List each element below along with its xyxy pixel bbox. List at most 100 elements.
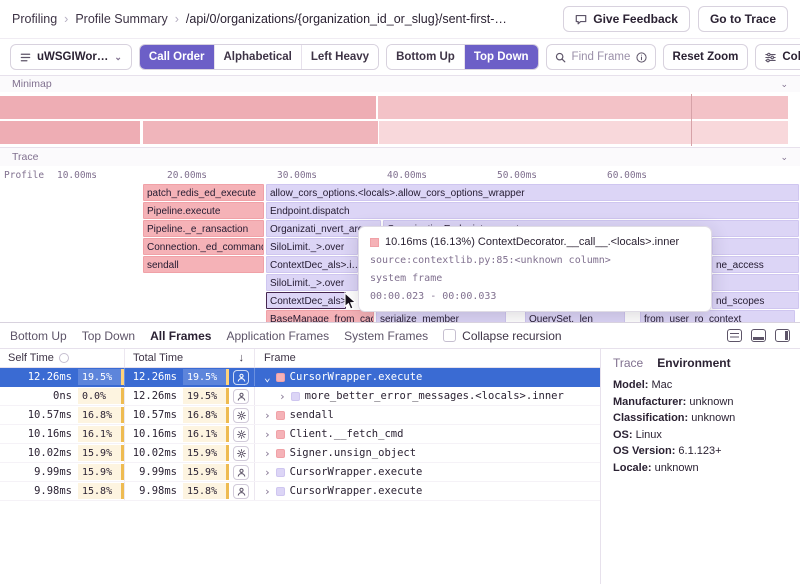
flame-frame[interactable]: nd_scopes <box>712 292 799 309</box>
flame-frame[interactable]: ne_access <box>712 256 799 273</box>
expand-caret-icon[interactable]: › <box>255 447 276 460</box>
total-time-cell: 10.02ms15.9% <box>125 444 255 462</box>
go-to-trace-button[interactable]: Go to Trace <box>698 6 788 32</box>
table-row[interactable]: 9.99ms15.9%9.99ms15.9%›CursorWrapper.exe… <box>0 463 600 482</box>
flame-frame[interactable]: Connection._ed_command <box>143 238 264 255</box>
expand-caret-icon[interactable]: › <box>255 409 276 422</box>
table-row[interactable]: 10.16ms16.1%10.16ms16.1%›Client.__fetch_… <box>0 425 600 444</box>
table-row[interactable]: 10.02ms15.9%10.02ms15.9%›Signer.unsign_o… <box>0 444 600 463</box>
total-time-value: 10.02ms <box>125 447 183 459</box>
percent-text: 19.5% <box>187 372 217 383</box>
sort-call-order[interactable]: Call Order <box>140 45 214 69</box>
self-time-header[interactable]: Self Time <box>0 349 125 367</box>
tab-top-down[interactable]: Top Down <box>82 329 135 343</box>
total-time-percent: 16.8% <box>183 407 229 423</box>
layout-list-icon[interactable] <box>727 329 742 342</box>
frames-tabs: Bottom Up Top Down All Frames Application F… <box>10 329 428 343</box>
frame-tooltip: 10.16ms (16.13%) ContextDecorator.__call… <box>358 226 712 312</box>
view-bottom-up[interactable]: Bottom Up <box>387 45 464 69</box>
total-time-value: 12.26ms <box>125 371 183 383</box>
flame-frame[interactable]: Pipeline._e_ransaction <box>143 220 264 237</box>
trace-collapse-icon[interactable]: ⌄ <box>780 153 788 162</box>
frame-header[interactable]: Frame <box>255 349 600 367</box>
sort-alphabetical[interactable]: Alphabetical <box>214 45 301 69</box>
minimap-chart[interactable] <box>0 92 800 148</box>
breadcrumb-item[interactable]: Profile Summary <box>75 12 167 26</box>
details-tab-environment[interactable]: Environment <box>657 356 730 370</box>
flame-frame[interactable]: ContextDec_als>.i… <box>266 292 346 309</box>
flame-frame[interactable]: patch_redis_ed_execute <box>143 184 264 201</box>
table-row[interactable]: 0ns0.0%12.26ms19.5%›more_better_error_me… <box>0 387 600 406</box>
flame-frame[interactable]: sendall <box>143 256 264 273</box>
total-time-value: 10.57ms <box>125 409 183 421</box>
minimap-block <box>0 96 376 119</box>
total-time-header[interactable]: Total Time ↓ <box>125 349 255 367</box>
expand-caret-icon[interactable]: › <box>270 390 291 403</box>
minimap-collapse-icon[interactable]: ⌄ <box>780 80 788 89</box>
table-row[interactable]: 9.98ms15.8%9.98ms15.8%›CursorWrapper.exe… <box>0 482 600 501</box>
flame-frame[interactable]: ContextDec_als>.i… <box>266 256 358 273</box>
flame-chart[interactable]: from_user_ro_contextQuerySet._lenseriali… <box>0 184 800 322</box>
total-time-value: 9.98ms <box>125 485 183 497</box>
self-time-value: 9.99ms <box>0 466 78 478</box>
flame-frame[interactable] <box>712 274 799 291</box>
table-row[interactable]: 12.26ms19.5%12.26ms19.5%⌄CursorWrapper.e… <box>0 368 600 387</box>
expand-caret-icon[interactable]: › <box>255 466 276 479</box>
bottom-panel: Bottom Up Top Down All Frames Application F… <box>0 322 800 584</box>
frame-name: CursorWrapper.execute <box>290 466 423 478</box>
flame-frame[interactable]: allow_cors_options.<locals>.allow_cors_o… <box>266 184 799 201</box>
frames-tabbar: Bottom Up Top Down All Frames Application F… <box>0 323 800 349</box>
flame-frame[interactable]: SiloLimit._>.over <box>266 274 358 291</box>
color-coding-button[interactable]: Color Coding ⌄ <box>755 44 800 70</box>
percent-text: 16.1% <box>187 429 217 440</box>
trace-header[interactable]: Trace ⌄ <box>0 148 800 166</box>
flame-frame[interactable]: BaseManage_from_cache <box>266 310 374 322</box>
flame-frame[interactable]: Endpoint.dispatch <box>266 202 799 219</box>
view-top-down[interactable]: Top Down <box>464 45 538 69</box>
info-icon <box>636 52 647 63</box>
frame-color-swatch <box>276 430 285 439</box>
thread-selector[interactable]: uWSGIWor… ⌄ <box>10 44 132 70</box>
minimap-header[interactable]: Minimap ⌄ <box>0 76 800 92</box>
minimap-view-indicator[interactable] <box>691 94 692 146</box>
user-frame-icon <box>233 370 249 385</box>
self-time-cell: 10.57ms16.8% <box>0 406 125 424</box>
self-time-percent: 16.1% <box>78 426 124 442</box>
self-time-cell: 10.16ms16.1% <box>0 425 125 443</box>
search-box[interactable] <box>546 44 656 70</box>
flame-frame[interactable]: Pipeline.execute <box>143 202 264 219</box>
field-label: Model: <box>613 379 648 391</box>
sort-left-heavy[interactable]: Left Heavy <box>301 45 378 69</box>
frames-table-body: 12.26ms19.5%12.26ms19.5%⌄CursorWrapper.e… <box>0 368 600 584</box>
tab-bottom-up[interactable]: Bottom Up <box>10 329 67 343</box>
sort-segmented: Call OrderAlphabeticalLeft Heavy <box>139 44 379 70</box>
collapse-recursion-toggle[interactable]: Collapse recursion <box>443 329 561 343</box>
tab-system-frames[interactable]: System Frames <box>344 329 428 343</box>
system-frame-icon <box>233 427 249 442</box>
field-label: Classification: <box>613 412 688 424</box>
tab-application-frames[interactable]: Application Frames <box>226 329 329 343</box>
flame-frame[interactable]: SiloLimit._>.over <box>266 238 358 255</box>
self-time-value: 0ns <box>0 390 78 402</box>
details-tab-trace[interactable]: Trace <box>613 356 643 370</box>
tab-all-frames[interactable]: All Frames <box>150 329 211 343</box>
flame-frame[interactable] <box>712 238 799 255</box>
give-feedback-button[interactable]: Give Feedback <box>563 6 690 32</box>
app-window: Profiling › Profile Summary › /api/0/organiz… <box>0 0 800 584</box>
layout-bottom-icon[interactable] <box>751 329 766 342</box>
expand-caret-icon[interactable]: › <box>255 428 276 441</box>
environment-fields: Model: MacManufacturer: unknownClassific… <box>613 377 788 476</box>
user-frame-icon <box>233 465 249 480</box>
breadcrumb-item[interactable]: /api/0/organizations/{organization_id_or… <box>186 12 507 26</box>
breadcrumb-item[interactable]: Profiling <box>12 12 57 26</box>
table-row[interactable]: 10.57ms16.8%10.57ms16.8%›sendall <box>0 406 600 425</box>
trace-label: Trace <box>12 151 38 163</box>
expand-caret-icon[interactable]: ⌄ <box>255 371 276 384</box>
table-header: Self Time Total Time ↓ Frame <box>0 349 600 368</box>
reset-zoom-button[interactable]: Reset Zoom <box>663 44 749 70</box>
layout-right-icon[interactable] <box>775 329 790 342</box>
checkbox-icon[interactable] <box>443 329 456 342</box>
field-label: OS: <box>613 429 633 441</box>
search-input[interactable] <box>572 51 630 63</box>
expand-caret-icon[interactable]: › <box>255 485 276 498</box>
